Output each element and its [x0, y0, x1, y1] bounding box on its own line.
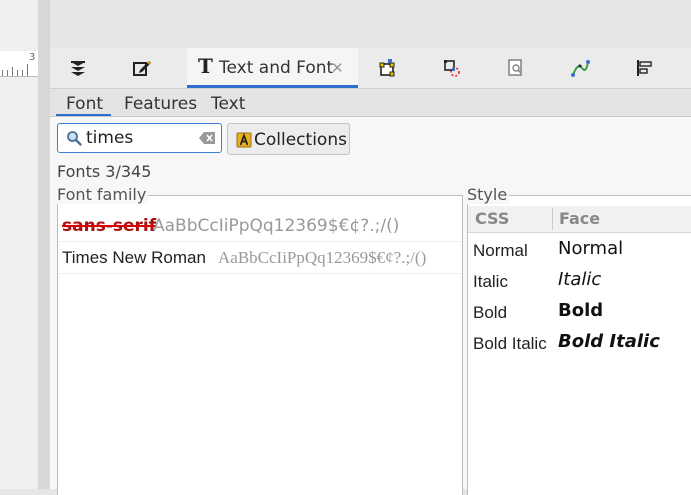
text-font-icon: T	[198, 54, 213, 78]
style-css: Bold	[473, 303, 508, 322]
tab-text-and-font[interactable]: T Text and Font ✕	[187, 48, 358, 88]
style-css: Italic	[473, 272, 508, 291]
font-tab-content: Collections Fonts 3/345 Font family sans…	[50, 117, 691, 495]
collections-label: Collections	[254, 130, 347, 150]
subtab-text[interactable]: Text	[211, 94, 245, 114]
transform-icon[interactable]	[440, 56, 464, 80]
subtab-features[interactable]: Features	[124, 94, 197, 114]
style-face: Normal	[558, 238, 624, 259]
column-divider	[552, 208, 553, 230]
close-tab-icon[interactable]: ✕	[331, 59, 344, 77]
font-search-box[interactable]	[57, 123, 222, 153]
canvas-edge	[38, 0, 50, 489]
font-style-list[interactable]: CSS Face Normal Normal Italic Italic Bol…	[467, 195, 691, 495]
clear-search-icon[interactable]	[198, 131, 216, 145]
style-row[interactable]: Normal Normal	[468, 234, 691, 265]
font-family-label: Font family	[57, 185, 149, 204]
css-column-header[interactable]: CSS	[475, 209, 509, 228]
style-row[interactable]: Italic Italic	[468, 265, 691, 296]
font-family-item[interactable]: sans-serif AaBbCcIiPpQq12369$€¢?.;/()	[58, 210, 462, 242]
font-family-item[interactable]: Times New Roman AaBbCcIiPpQq12369$€¢?.;/…	[58, 242, 462, 274]
dialog-tab-bar: T Text and Font ✕	[50, 48, 691, 89]
tab-label: Text and Font	[219, 58, 334, 78]
dock-panel: T Text and Font ✕ Font Features Text tim…	[50, 48, 691, 495]
font-sample: AaBbCcIiPpQq12369$€¢?.;/()	[218, 248, 427, 267]
style-label: Style	[467, 185, 510, 204]
align-icon[interactable]	[632, 56, 656, 80]
font-collections-icon	[236, 132, 252, 148]
layers-icon[interactable]	[66, 56, 90, 80]
collections-button[interactable]: Collections	[227, 123, 350, 155]
subtab-bar: Font Features Text	[50, 89, 691, 117]
search-icon	[67, 131, 82, 146]
xml-editor-icon[interactable]	[130, 56, 154, 80]
style-face: Bold Italic	[558, 331, 660, 352]
style-face: Bold	[558, 300, 604, 321]
style-row[interactable]: Bold Bold	[468, 296, 691, 327]
style-css: Bold Italic	[473, 334, 547, 353]
style-table-header: CSS Face	[468, 206, 691, 233]
search-input[interactable]	[86, 128, 194, 148]
style-face: Italic	[558, 269, 602, 290]
path-effects-icon[interactable]	[568, 56, 592, 80]
style-css: Normal	[473, 241, 528, 260]
font-family-name: sans-serif	[62, 216, 157, 236]
fill-stroke-icon[interactable]	[376, 56, 400, 80]
active-subtab-indicator	[56, 114, 111, 116]
ruler-number: 3	[29, 52, 36, 63]
horizontal-ruler: 3	[0, 51, 38, 77]
font-sample: AaBbCcIiPpQq12369$€¢?.;/()	[153, 216, 400, 236]
subtab-font[interactable]: Font	[66, 94, 103, 114]
face-column-header[interactable]: Face	[559, 209, 600, 228]
find-icon[interactable]	[504, 56, 528, 80]
fonts-count: Fonts 3/345	[57, 162, 152, 181]
font-family-name: Times New Roman	[62, 248, 206, 267]
style-row[interactable]: Bold Italic Bold Italic	[468, 327, 691, 358]
font-family-list[interactable]: sans-serif AaBbCcIiPpQq12369$€¢?.;/() Ti…	[57, 195, 463, 495]
